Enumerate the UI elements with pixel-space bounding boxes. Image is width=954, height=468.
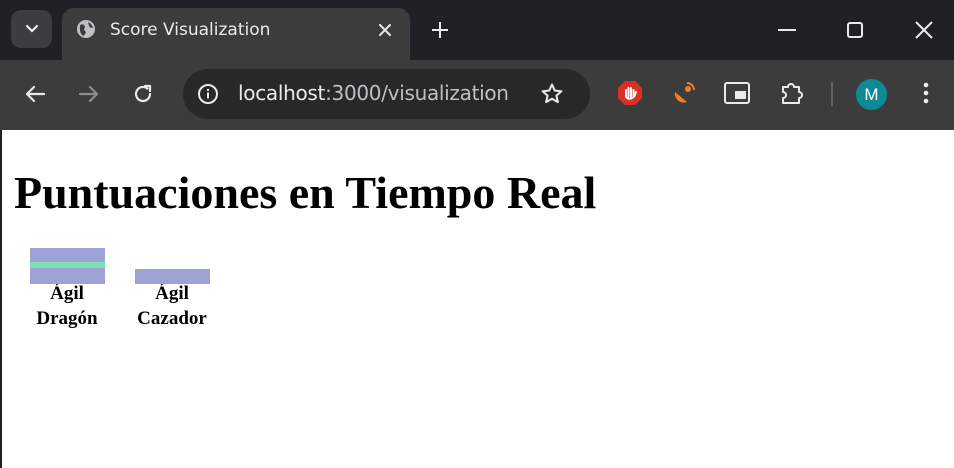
forward-button[interactable]	[71, 76, 107, 112]
close-tab-icon[interactable]	[374, 19, 396, 41]
site-info-icon[interactable]	[195, 81, 221, 107]
score-bar-segment	[134, 269, 210, 284]
url-text: localhost:3000/visualization	[238, 81, 509, 105]
player-bar-group: Ágil Cazador	[127, 248, 217, 331]
player-label: Ágil Cazador	[127, 281, 217, 331]
url-path: :3000/visualization	[325, 81, 509, 105]
tab-title: Score Visualization	[110, 20, 271, 40]
address-bar[interactable]: localhost:3000/visualization	[183, 69, 590, 119]
minimize-button[interactable]	[767, 10, 807, 50]
player-name-line1: Ágil	[155, 283, 189, 304]
score-bar-segment	[29, 248, 105, 262]
player-name-line1: Ágil	[50, 283, 84, 304]
more-menu-icon[interactable]	[911, 78, 941, 108]
new-tab-button[interactable]	[426, 16, 454, 44]
extensions-puzzle-icon[interactable]	[777, 78, 807, 108]
maximize-icon	[847, 22, 863, 38]
browser-window: Score Visualization localhost:3000/visua…	[0, 0, 954, 468]
score-bar-segment	[29, 268, 105, 284]
player-name-line2: Cazador	[137, 308, 207, 329]
chevron-down-icon	[25, 24, 38, 33]
player-bar-group: Ágil Dragón	[22, 248, 112, 331]
adblock-extension-icon[interactable]	[615, 78, 645, 108]
bookmark-star-icon[interactable]	[539, 81, 565, 107]
tab-score-visualization[interactable]: Score Visualization	[62, 8, 410, 60]
minimize-icon	[778, 29, 796, 31]
reload-icon	[134, 84, 152, 103]
close-icon	[915, 21, 933, 39]
maximize-button[interactable]	[835, 10, 875, 50]
profile-avatar[interactable]: M	[856, 79, 887, 110]
tab-search-button[interactable]	[11, 10, 52, 48]
picture-in-picture-icon[interactable]	[722, 78, 752, 108]
reload-button[interactable]	[125, 76, 161, 112]
satellite-extension-icon[interactable]	[669, 78, 699, 108]
score-bar	[134, 269, 210, 284]
toolbar-divider	[831, 82, 833, 106]
back-button[interactable]	[17, 76, 53, 112]
url-host: localhost	[238, 81, 326, 105]
page-content: Puntuaciones en Tiempo Real Ágil Dragón …	[2, 130, 954, 468]
player-label: Ágil Dragón	[22, 281, 112, 331]
arrow-right-icon	[79, 85, 99, 103]
page-title: Puntuaciones en Tiempo Real	[14, 167, 597, 218]
score-bar	[29, 248, 105, 284]
plus-icon	[432, 22, 448, 38]
player-name-line2: Dragón	[36, 308, 98, 329]
browser-toolbar: localhost:3000/visualization M	[0, 60, 954, 130]
globe-icon	[76, 19, 96, 39]
tab-strip: Score Visualization	[0, 0, 954, 60]
arrow-left-icon	[25, 85, 45, 103]
close-window-button[interactable]	[904, 10, 944, 50]
